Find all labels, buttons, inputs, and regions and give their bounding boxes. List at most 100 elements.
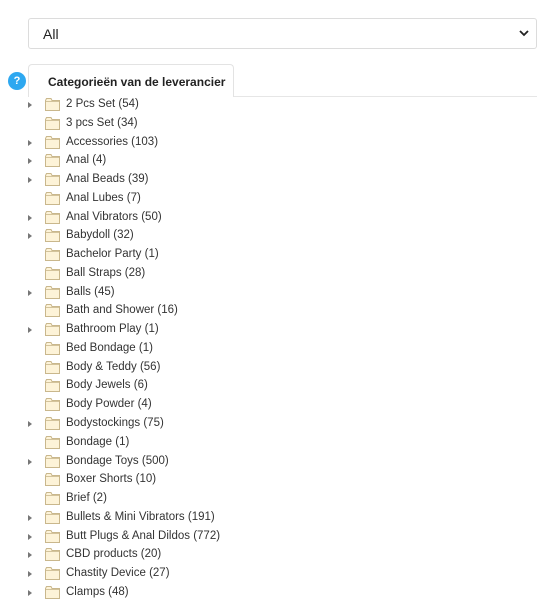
tree-item[interactable]: 3 pcs Set (34)	[0, 115, 560, 134]
tree-item-label[interactable]: Bullets & Mini Vibrators (191)	[66, 511, 215, 523]
tree-item-label[interactable]: Anal Vibrators (50)	[66, 211, 162, 223]
tree-item-label[interactable]: Body & Teddy (56)	[66, 361, 160, 373]
tree-item[interactable]: 2 Pcs Set (54)	[0, 96, 560, 115]
expand-arrow-icon[interactable]	[28, 327, 32, 334]
tree-item[interactable]: Babydoll (32)	[0, 227, 560, 246]
tree-item[interactable]: Body Powder (4)	[0, 396, 560, 415]
tree-item-label[interactable]: Body Powder (4)	[66, 398, 152, 410]
folder-icon	[45, 341, 60, 355]
tree-item-label[interactable]: Butt Plugs & Anal Dildos (772)	[66, 530, 220, 542]
tree-item-label[interactable]: Bed Bondage (1)	[66, 342, 153, 354]
folder-icon	[45, 98, 60, 111]
tree-item-label[interactable]: 2 Pcs Set (54)	[66, 98, 139, 110]
folder-icon	[45, 323, 60, 337]
tree-item[interactable]: Ball Straps (28)	[0, 265, 560, 284]
tree-item-label[interactable]: Clamps (48)	[66, 586, 129, 598]
tree-item[interactable]: Chastity Device (27)	[0, 565, 560, 584]
tree-item[interactable]: Boxer Shorts (10)	[0, 471, 560, 490]
folder-icon	[45, 585, 60, 599]
expand-arrow-icon[interactable]	[28, 589, 32, 596]
tree-item-label[interactable]: 3 pcs Set (34)	[66, 117, 138, 129]
tree-item-label[interactable]: Accessories (103)	[66, 136, 158, 148]
tree-item[interactable]: Body Jewels (6)	[0, 377, 560, 396]
expand-arrow-icon[interactable]	[28, 458, 32, 465]
expand-arrow-icon[interactable]	[28, 158, 32, 165]
folder-icon	[45, 473, 60, 487]
folder-icon	[45, 116, 60, 130]
folder-icon	[45, 229, 60, 243]
tree-item[interactable]: CBD products (20)	[0, 546, 560, 565]
tree-item-label[interactable]: Bath and Shower (16)	[66, 304, 178, 316]
tree-item-label[interactable]: Babydoll (32)	[66, 229, 134, 241]
chevron-down-icon	[519, 30, 529, 37]
tree-item[interactable]: Anal Lubes (7)	[0, 190, 560, 209]
tree-item[interactable]: Accessories (103)	[0, 134, 560, 153]
tree-item[interactable]: Anal (4)	[0, 152, 560, 171]
tree-item-label[interactable]: Bathroom Play (1)	[66, 323, 159, 335]
tree-item[interactable]: Bed Bondage (1)	[0, 340, 560, 359]
tree-item-label[interactable]: Boxer Shorts (10)	[66, 473, 156, 485]
tree-item-label[interactable]: Bondage Toys (500)	[66, 455, 169, 467]
tree-item[interactable]: Bodystockings (75)	[0, 415, 560, 434]
tree-item[interactable]: Brief (2)	[0, 490, 560, 509]
expand-arrow-icon[interactable]	[28, 289, 32, 296]
category-tree: 2 Pcs Set (54) 3 pcs Set (34) Accessories …	[0, 96, 560, 603]
tree-item-label[interactable]: Bondage (1)	[66, 436, 129, 448]
tree-item[interactable]: Anal Beads (39)	[0, 171, 560, 190]
folder-icon	[45, 379, 60, 393]
tree-item-label[interactable]: Anal (4)	[66, 154, 106, 166]
tree-item[interactable]: Bathroom Play (1)	[0, 321, 560, 340]
folder-icon	[45, 135, 60, 149]
folder-icon	[45, 285, 60, 299]
expand-arrow-icon[interactable]	[28, 571, 32, 578]
tree-item-label[interactable]: Body Jewels (6)	[66, 379, 148, 391]
folder-icon	[45, 435, 60, 449]
tab-supplier-categories[interactable]: Categorieën van de leverancier	[28, 64, 234, 97]
tree-item[interactable]: Bondage (1)	[0, 434, 560, 453]
expand-arrow-icon[interactable]	[28, 533, 32, 540]
folder-icon	[45, 567, 60, 581]
tree-item[interactable]: Balls (45)	[0, 284, 560, 303]
tree-item-label[interactable]: Balls (45)	[66, 286, 115, 298]
folder-icon	[45, 417, 60, 431]
tree-item[interactable]: Anal Vibrators (50)	[0, 209, 560, 228]
folder-icon	[45, 173, 60, 187]
expand-arrow-icon[interactable]	[28, 421, 32, 428]
tree-item-label[interactable]: Anal Lubes (7)	[66, 192, 141, 204]
tree-item-label[interactable]: CBD products (20)	[66, 548, 161, 560]
folder-icon	[45, 529, 60, 543]
folder-icon	[45, 154, 60, 168]
tree-item[interactable]: Bondage Toys (500)	[0, 453, 560, 472]
category-filter-select[interactable]: All	[28, 18, 537, 49]
tree-item[interactable]: Body & Teddy (56)	[0, 359, 560, 378]
tree-item[interactable]: Clamps (48)	[0, 584, 560, 603]
folder-icon	[45, 510, 60, 524]
tree-item[interactable]: Bath and Shower (16)	[0, 302, 560, 321]
folder-icon	[45, 304, 60, 318]
folder-icon	[45, 454, 60, 468]
folder-icon	[45, 398, 60, 412]
tree-item-label[interactable]: Ball Straps (28)	[66, 267, 145, 279]
tree-item[interactable]: Bachelor Party (1)	[0, 246, 560, 265]
help-icon[interactable]: ?	[8, 72, 26, 90]
tree-item[interactable]: Bullets & Mini Vibrators (191)	[0, 509, 560, 528]
expand-arrow-icon[interactable]	[28, 233, 32, 240]
tree-item-label[interactable]: Bachelor Party (1)	[66, 248, 159, 260]
expand-arrow-icon[interactable]	[28, 139, 32, 146]
folder-icon	[45, 492, 60, 506]
expand-arrow-icon[interactable]	[28, 552, 32, 559]
tree-item-label[interactable]: Chastity Device (27)	[66, 567, 170, 579]
tree-item-label[interactable]: Bodystockings (75)	[66, 417, 164, 429]
tree-item[interactable]: Butt Plugs & Anal Dildos (772)	[0, 528, 560, 547]
expand-arrow-icon[interactable]	[28, 102, 32, 108]
folder-icon	[45, 360, 60, 374]
expand-arrow-icon[interactable]	[28, 214, 32, 221]
expand-arrow-icon[interactable]	[28, 177, 32, 184]
folder-icon	[45, 210, 60, 224]
tree-item-label[interactable]: Brief (2)	[66, 492, 107, 504]
expand-arrow-icon[interactable]	[28, 514, 32, 521]
folder-icon	[45, 266, 60, 280]
folder-icon	[45, 248, 60, 262]
tree-item-label[interactable]: Anal Beads (39)	[66, 173, 148, 185]
tab-label: Categorieën van de leverancier	[48, 75, 226, 89]
